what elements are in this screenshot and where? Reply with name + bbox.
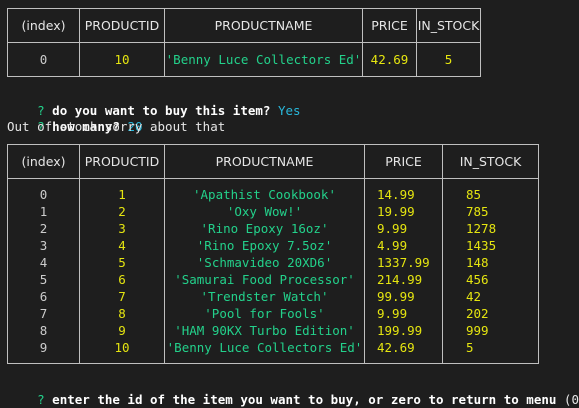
cell-price: 9.99	[364, 305, 443, 322]
cell-index: 0	[7, 42, 80, 77]
cell-productname: 'Trendster Watch'	[164, 288, 365, 305]
cell-productname: 'Pool for Fools'	[164, 305, 365, 322]
cell-index: 9	[7, 339, 80, 364]
cell-in-stock: 785	[442, 203, 539, 220]
cell-productid: 10	[79, 42, 165, 77]
cell-productid: 1	[79, 178, 165, 203]
table-row: 3 4 'Rino Epoxy 7.5oz' 4.99 1435	[7, 237, 539, 254]
table-row: 6 7 'Trendster Watch' 99.99 42	[7, 288, 539, 305]
cell-productname: 'HAM 90KX Turbo Edition'	[164, 322, 365, 339]
cell-productname: 'Oxy Wow!'	[164, 203, 365, 220]
column-header-in-stock: IN_STOCK	[416, 8, 481, 43]
cell-price: 14.99	[364, 178, 443, 203]
enter-id-text: enter the id of the item you want to buy…	[52, 392, 557, 407]
column-header-productname: PRODUCTNAME	[164, 144, 365, 179]
cell-price: 9.99	[364, 220, 443, 237]
cell-index: 8	[7, 322, 80, 339]
cell-index: 6	[7, 288, 80, 305]
cell-in-stock: 148	[442, 254, 539, 271]
cell-index: 1	[7, 203, 80, 220]
cell-in-stock: 202	[442, 305, 539, 322]
table-header-row: (index) PRODUCTID PRODUCTNAME PRICE IN_S…	[7, 144, 539, 179]
cell-price: 42.69	[364, 339, 443, 364]
cell-in-stock: 1278	[442, 220, 539, 237]
cell-productname: 'Rino Epoxy 16oz'	[164, 220, 365, 237]
cell-index: 2	[7, 220, 80, 237]
products-table: (index) PRODUCTID PRODUCTNAME PRICE IN_S…	[7, 144, 539, 364]
cell-productid: 6	[79, 271, 165, 288]
cell-in-stock: 456	[442, 271, 539, 288]
how-many-line: ? how many? 20	[7, 101, 142, 134]
cell-productid: 3	[79, 220, 165, 237]
cell-in-stock: 5	[442, 339, 539, 364]
prompt-question-mark: ?	[37, 392, 45, 407]
out-of-stock-message: Out of stock sorry about that	[7, 119, 226, 134]
table-row: 4 5 'Schmavideo 20XD6' 1337.99 148	[7, 254, 539, 271]
enter-id-default: (0)	[563, 392, 579, 407]
table-row: 0 10 'Benny Luce Collectors Ed' 42.69 5	[7, 42, 481, 77]
cell-index: 7	[7, 305, 80, 322]
cell-in-stock: 42	[442, 288, 539, 305]
table-row: 9 10 'Benny Luce Collectors Ed' 42.69 5	[7, 339, 539, 364]
cell-price: 1337.99	[364, 254, 443, 271]
column-header-productid: PRODUCTID	[79, 8, 165, 43]
enter-id-line[interactable]: ? enter the id of the item you want to b…	[7, 374, 579, 407]
cell-in-stock: 85	[442, 178, 539, 203]
selected-item-table: (index) PRODUCTID PRODUCTNAME PRICE IN_S…	[7, 8, 481, 77]
cell-productid: 10	[79, 339, 165, 364]
table-row: 2 3 'Rino Epoxy 16oz' 9.99 1278	[7, 220, 539, 237]
cell-price: 19.99	[364, 203, 443, 220]
column-header-productid: PRODUCTID	[79, 144, 165, 179]
column-header-productname: PRODUCTNAME	[164, 8, 363, 43]
cell-productid: 4	[79, 237, 165, 254]
products-table-body: 0 1 'Apathist Cookbook' 14.99 85 1 2 'Oxy Wow!'…	[7, 178, 539, 364]
table-header-row: (index) PRODUCTID PRODUCTNAME PRICE IN_S…	[7, 8, 481, 43]
column-header-price: PRICE	[362, 8, 417, 43]
cell-in-stock: 1435	[442, 237, 539, 254]
cell-productid: 8	[79, 305, 165, 322]
cell-price: 99.99	[364, 288, 443, 305]
cell-price: 42.69	[362, 42, 417, 77]
table-row: 1 2 'Oxy Wow!' 19.99 785	[7, 203, 539, 220]
terminal-window[interactable]: (index) PRODUCTID PRODUCTNAME PRICE IN_S…	[0, 0, 579, 408]
cell-productname: 'Samurai Food Processor'	[164, 271, 365, 288]
table-row: 7 8 'Pool for Fools' 9.99 202	[7, 305, 539, 322]
cell-index: 0	[7, 178, 80, 203]
cell-in-stock: 5	[416, 42, 481, 77]
table-row: 5 6 'Samurai Food Processor' 214.99 456	[7, 271, 539, 288]
column-header-index: (index)	[7, 8, 80, 43]
cell-productname: 'Benny Luce Collectors Ed'	[164, 42, 363, 77]
cell-in-stock: 999	[442, 322, 539, 339]
cell-index: 4	[7, 254, 80, 271]
cell-price: 214.99	[364, 271, 443, 288]
cell-index: 5	[7, 271, 80, 288]
cell-productname: 'Apathist Cookbook'	[164, 178, 365, 203]
column-header-index: (index)	[7, 144, 80, 179]
cell-index: 3	[7, 237, 80, 254]
cell-productid: 2	[79, 203, 165, 220]
cell-productid: 9	[79, 322, 165, 339]
table-row: 0 1 'Apathist Cookbook' 14.99 85	[7, 178, 539, 203]
cell-price: 4.99	[364, 237, 443, 254]
buy-question-line: ? do you want to buy this item? Yes	[7, 85, 300, 118]
column-header-price: PRICE	[364, 144, 443, 179]
cell-productname: 'Schmavideo 20XD6'	[164, 254, 365, 271]
cell-price: 199.99	[364, 322, 443, 339]
buy-question-answer: Yes	[277, 103, 301, 118]
cell-productid: 5	[79, 254, 165, 271]
table-row: 8 9 'HAM 90KX Turbo Edition' 199.99 999	[7, 322, 539, 339]
cell-productid: 7	[79, 288, 165, 305]
column-header-in-stock: IN_STOCK	[442, 144, 539, 179]
cell-productname: 'Benny Luce Collectors Ed'	[164, 339, 365, 364]
cell-productname: 'Rino Epoxy 7.5oz'	[164, 237, 365, 254]
